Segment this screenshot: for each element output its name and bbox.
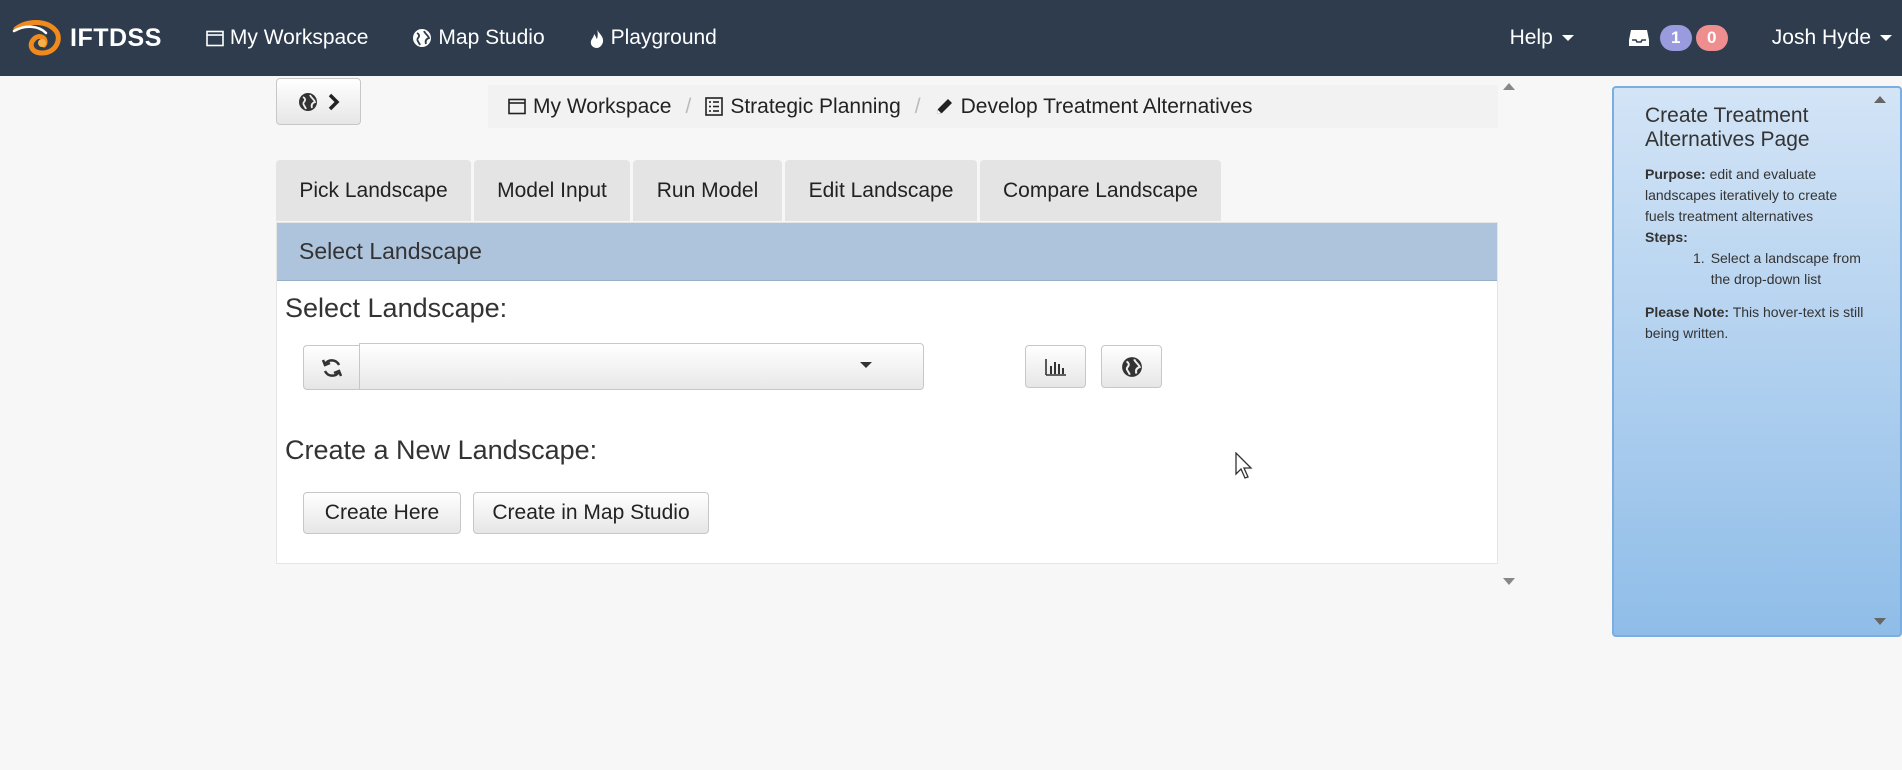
window-icon: [508, 98, 526, 115]
create-in-map-studio-button[interactable]: Create in Map Studio: [473, 492, 709, 534]
note-label: Please Note:: [1645, 304, 1730, 320]
nav-map-studio[interactable]: Map Studio: [412, 26, 545, 50]
mouse-cursor-icon: [1235, 452, 1253, 479]
globe-icon: [298, 92, 317, 111]
globe-icon: [1121, 356, 1142, 377]
landscape-select[interactable]: [359, 343, 924, 390]
breadcrumb-my-workspace[interactable]: My Workspace: [508, 95, 671, 119]
nav-playground-label: Playground: [610, 26, 717, 49]
create-here-button[interactable]: Create Here: [303, 492, 461, 534]
chevron-right-icon: [328, 93, 339, 110]
fire-icon: [590, 28, 603, 48]
workflow-tabs: Pick Landscape Model Input Run Model Edi…: [276, 160, 1221, 221]
window-icon: [206, 30, 224, 46]
help-scroll-down-arrow[interactable]: [1874, 618, 1886, 625]
help-sidebar: Create Treatment Alternatives Page Purpo…: [1612, 86, 1902, 637]
list-icon: [705, 97, 724, 116]
breadcrumb-label: Develop Treatment Alternatives: [960, 94, 1253, 118]
help-label: Help: [1509, 26, 1553, 49]
breadcrumb-label: Strategic Planning: [730, 94, 901, 118]
help-step-item: Select a landscape from the drop-down li…: [1710, 250, 1861, 287]
user-name: Josh Hyde: [1771, 26, 1871, 49]
nav-playground[interactable]: Playground: [589, 26, 717, 50]
steps-label: Steps:: [1645, 229, 1688, 245]
breadcrumb: My Workspace / Strategic Planning / Deve…: [488, 85, 1498, 128]
create-landscape-label: Create a New Landscape:: [285, 435, 598, 465]
help-dropdown[interactable]: Help: [1510, 26, 1574, 50]
pencil-icon: [936, 99, 952, 114]
breadcrumb-separator: /: [914, 94, 921, 118]
map-toggle-button[interactable]: [276, 78, 361, 125]
globe-icon: [413, 29, 432, 47]
notification-badge-2: 0: [1695, 25, 1728, 51]
iftdss-logo-icon: [12, 20, 61, 56]
notification-badge-1: 1: [1659, 25, 1692, 51]
brand[interactable]: IFTDSS: [12, 17, 162, 59]
brand-name: IFTDSS: [70, 23, 162, 52]
help-steps-label: Steps:: [1645, 227, 1870, 248]
chevron-down-icon: [1561, 35, 1574, 41]
chart-button[interactable]: [1025, 345, 1086, 388]
map-view-button[interactable]: [1101, 345, 1162, 388]
refresh-icon: [321, 358, 342, 377]
nav-map-studio-label: Map Studio: [438, 26, 545, 49]
top-navbar: IFTDSS My Workspace Map Studio Playgroun…: [0, 0, 1902, 76]
nav-my-workspace-label: My Workspace: [229, 26, 369, 49]
refresh-button[interactable]: [303, 345, 360, 390]
panel-heading: Select Landscape: [277, 223, 1497, 281]
help-scroll-up-arrow[interactable]: [1874, 96, 1886, 103]
breadcrumb-develop-treatment-alternatives[interactable]: Develop Treatment Alternatives: [935, 94, 1253, 119]
chevron-down-icon: [1880, 35, 1892, 41]
scroll-up-arrow[interactable]: [1503, 83, 1515, 90]
breadcrumb-label: My Workspace: [533, 94, 672, 118]
notifications-button[interactable]: 1 0: [1628, 25, 1728, 51]
chevron-down-icon: [860, 362, 872, 368]
breadcrumb-separator: /: [685, 94, 692, 118]
bar-chart-icon: [1044, 358, 1066, 376]
help-title: Create Treatment Alternatives Page: [1645, 104, 1810, 151]
help-steps-list: 1. Select a landscape from the drop-down…: [1693, 248, 1870, 290]
help-note: Please Note: This hover-text is still be…: [1645, 302, 1870, 344]
tab-pick-landscape[interactable]: Pick Landscape: [276, 160, 471, 221]
tab-model-input[interactable]: Model Input: [474, 160, 630, 221]
inbox-icon: [1628, 30, 1649, 46]
select-landscape-label: Select Landscape:: [285, 293, 508, 323]
scroll-down-arrow[interactable]: [1503, 578, 1515, 585]
select-landscape-panel: Select Landscape Select Landscape: Creat…: [276, 222, 1498, 564]
help-purpose: Purpose: edit and evaluate landscapes it…: [1645, 164, 1870, 227]
breadcrumb-strategic-planning[interactable]: Strategic Planning: [705, 94, 901, 119]
tab-run-model[interactable]: Run Model: [633, 160, 782, 221]
user-menu[interactable]: Josh Hyde: [1772, 26, 1892, 50]
purpose-label: Purpose:: [1645, 166, 1706, 182]
nav-my-workspace[interactable]: My Workspace: [206, 26, 368, 50]
tab-edit-landscape[interactable]: Edit Landscape: [785, 160, 977, 221]
tab-compare-landscape[interactable]: Compare Landscape: [980, 160, 1221, 221]
